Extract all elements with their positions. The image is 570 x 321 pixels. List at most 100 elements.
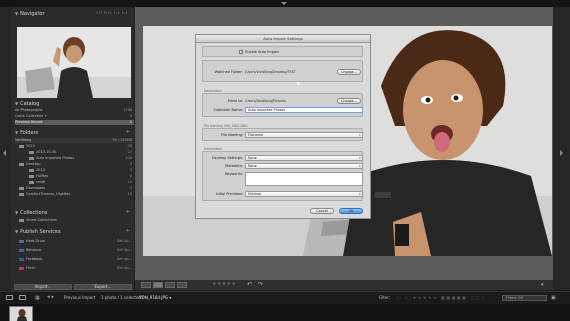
folder-count: 12 <box>127 180 132 184</box>
folder-item[interactable]: Downloads 2 <box>15 186 134 191</box>
enable-auto-import-label: Enable Auto Import <box>245 50 279 54</box>
publish-item[interactable]: Hard Drive Set Up... <box>15 239 134 244</box>
disclosure-triangle-icon[interactable]: ▼ <box>15 11 18 16</box>
add-collection-icon[interactable]: + <box>126 209 130 215</box>
filter-preset-dropdown[interactable]: Filters Off <box>502 295 547 301</box>
metadata-select[interactable]: None ⇕ <box>245 163 363 169</box>
publish-item[interactable]: Flickr Set Up... <box>15 266 134 271</box>
publish-item[interactable]: Behance Set Up... <box>15 248 134 253</box>
folder-item[interactable]: small 12 <box>15 180 134 185</box>
catalog-item-count: 1 <box>129 120 132 124</box>
filmstrip-header: ▦ ◂▸ Previous Import 1 photo / 1 selecte… <box>0 291 570 304</box>
right-edge-strip[interactable] <box>553 7 570 290</box>
folder-item[interactable]: ComfortThrones_HighRes 10 <box>15 192 134 197</box>
publish-setup-link[interactable]: Set Up... <box>117 239 132 244</box>
publish-setup-link[interactable]: Set Up... <box>117 266 132 271</box>
rotate-right-icon[interactable]: ↷ <box>258 281 263 288</box>
grid-view-icon[interactable] <box>141 282 151 288</box>
filter-lock-icon[interactable]: ▣ <box>551 295 556 301</box>
choose-destination-button[interactable]: Choose... <box>337 98 361 104</box>
subfolder-name-label: Subfolder Name: <box>213 108 243 112</box>
folder-count: 3 <box>129 168 132 172</box>
folder-label: ComfortThrones_HighRes <box>26 192 71 196</box>
export-button[interactable]: Export... <box>74 284 132 290</box>
top-panel-toggle-strip[interactable] <box>0 0 570 7</box>
disclosure-triangle-icon[interactable]: ▼ <box>15 101 18 106</box>
cancel-button[interactable]: Cancel <box>310 208 334 214</box>
keywords-textarea[interactable] <box>245 172 363 186</box>
navigator-thumbnail[interactable] <box>17 27 131 98</box>
filmstrip-filename[interactable]: VON_9184.JPG ▾ <box>139 295 171 300</box>
catalog-item[interactable]: All Photographs 1786 <box>15 108 134 113</box>
compare-view-icon[interactable] <box>165 282 175 288</box>
flickr-icon <box>19 266 24 270</box>
folder-count: 3 <box>129 162 132 166</box>
rotate-left-icon[interactable]: ↶ <box>247 281 252 288</box>
develop-settings-value: None <box>248 156 257 160</box>
folder-icon <box>19 192 24 196</box>
folder-item[interactable]: Desktop 3 <box>15 162 134 167</box>
publish-setup-link[interactable]: Set Up... <box>117 257 132 262</box>
catalog-item-label: Quick Collection + <box>15 114 48 118</box>
navigator-header[interactable]: ▼ Navigator FIT FILL 1:1 3:1 <box>11 9 134 18</box>
metadata-value: None <box>248 164 257 168</box>
monitor-2-icon[interactable] <box>19 295 26 300</box>
folders-header[interactable]: ▼ Folders + <box>11 128 134 137</box>
folder-item[interactable]: Auto Imported Photos 100 <box>15 156 134 161</box>
publish-services-title: Publish Services <box>20 228 61 235</box>
collapse-left-icon[interactable] <box>3 150 6 156</box>
disclosure-triangle-icon[interactable]: ▼ <box>15 130 18 135</box>
develop-settings-select[interactable]: None ⇕ <box>245 155 363 161</box>
publish-item[interactable]: Facebook Set Up... <box>15 257 134 262</box>
folder-item[interactable]: 2013 26 <box>15 144 134 149</box>
add-publish-service-icon[interactable]: + <box>126 228 130 234</box>
folder-label: 2013-10-30 <box>36 150 57 154</box>
publish-label: Facebook <box>26 257 43 261</box>
subfolder-name-input[interactable]: Auto Imported Photos <box>245 107 363 113</box>
add-folder-icon[interactable]: + <box>126 129 130 135</box>
import-button[interactable]: Import... <box>14 284 72 290</box>
catalog-item[interactable]: Quick Collection + 0 <box>15 114 134 119</box>
file-naming-select[interactable]: Filename ⇕ <box>245 132 363 138</box>
disclosure-triangle-icon[interactable]: ▼ <box>15 229 18 234</box>
survey-view-icon[interactable] <box>177 282 187 288</box>
navigator-zoom-modes[interactable]: FIT FILL 1:1 3:1 <box>96 11 128 15</box>
ok-button[interactable]: OK <box>339 208 363 214</box>
folder-item[interactable]: 2013 3 <box>15 168 134 173</box>
choose-watched-folder-button[interactable]: Choose... <box>337 69 361 75</box>
volume-row[interactable]: VonWong 30 / 149GB <box>15 138 134 143</box>
filmstrip-thumbnail[interactable] <box>9 306 33 321</box>
filter-label: Filter: <box>379 295 391 300</box>
initial-previews-label: Initial Previews: <box>215 192 243 196</box>
monitor-1-icon[interactable] <box>6 295 13 300</box>
collections-header[interactable]: ▼ Collections + <box>11 208 134 217</box>
folder-icon <box>29 168 34 172</box>
filmstrip-source[interactable]: Previous Import <box>64 295 95 300</box>
collection-item[interactable]: Smart Collections <box>15 218 134 223</box>
folder-count: 26 <box>127 144 132 148</box>
left-edge-strip[interactable] <box>0 7 11 290</box>
collapse-top-icon[interactable] <box>281 2 287 5</box>
initial-previews-select[interactable]: Minimal ⇕ <box>245 191 363 197</box>
navigation-arrows-icon[interactable]: ◂▸ <box>47 294 56 300</box>
folder-label: 2013 <box>36 168 45 172</box>
catalog-item-selected[interactable]: Previous Import 1 <box>15 120 134 125</box>
folder-icon <box>29 180 34 184</box>
behance-icon <box>19 248 24 252</box>
volume-info: 30 / 149GB <box>112 138 132 142</box>
metadata-label: Metadata: <box>225 164 243 168</box>
expand-right-icon[interactable] <box>560 150 563 156</box>
grid-icon[interactable]: ▦ <box>35 295 40 301</box>
disclosure-triangle-icon[interactable]: ▼ <box>15 210 18 215</box>
auto-import-settings-dialog: Auto Import Settings ✓ Enable Auto Impor… <box>195 34 371 219</box>
loupe-view-icon[interactable] <box>153 282 163 288</box>
folder-item[interactable]: 2013-10-30 27 <box>15 150 134 155</box>
catalog-header[interactable]: ▼ Catalog <box>11 99 134 108</box>
rating-stars-icon[interactable]: ★★★★★ <box>212 281 236 287</box>
folder-item[interactable]: FullRes 0 <box>15 174 134 179</box>
enable-auto-import-checkbox[interactable]: ✓ <box>239 50 243 54</box>
filter-chips-icon[interactable]: ☐ ☐ ★★★★★ ■■■■■ ▢▢▢ <box>397 295 486 300</box>
toolbar-menu-chevron-icon[interactable]: ▾ <box>541 282 544 288</box>
publish-services-header[interactable]: ▼ Publish Services + <box>11 227 134 236</box>
publish-setup-link[interactable]: Set Up... <box>117 248 132 253</box>
